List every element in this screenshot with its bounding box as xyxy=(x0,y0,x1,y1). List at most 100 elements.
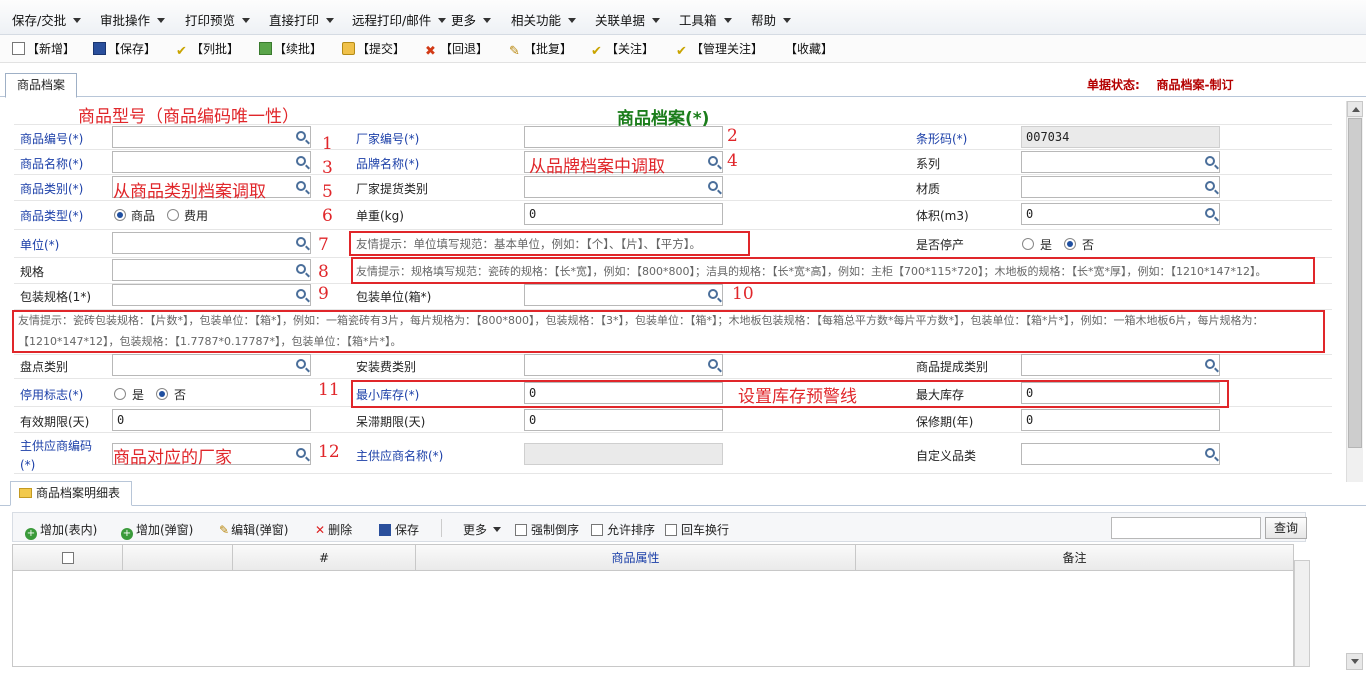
volume-input[interactable]: 0 xyxy=(1021,203,1220,225)
edit-popup-button[interactable]: ✎ 编辑(弹窗) xyxy=(219,521,288,538)
barcode-input[interactable]: 007034 xyxy=(1021,126,1220,148)
add-inline-button[interactable]: + 增加(表内) xyxy=(25,521,97,540)
scroll-down-button[interactable] xyxy=(1346,653,1363,670)
toolbar-divider xyxy=(441,519,442,537)
attribute-column[interactable]: 商品属性 xyxy=(416,545,856,571)
disabled-yes-label: 是 xyxy=(132,388,145,402)
weight-input[interactable]: 0 xyxy=(524,203,723,225)
grid-scrollbar[interactable] xyxy=(1294,560,1310,667)
tab-product-archive[interactable]: 商品档案 xyxy=(5,73,77,98)
new-button[interactable]: 【新增】 xyxy=(12,40,75,57)
type-goods-radio[interactable] xyxy=(114,209,126,221)
search-icon[interactable] xyxy=(708,359,718,369)
favorite-button[interactable]: 【收藏】 xyxy=(785,40,833,57)
pack-hint: 友情提示：瓷砖包装规格：【片数*】，包装单位：【箱*】，例如：一箱瓷砖有3片，每… xyxy=(18,314,1264,348)
disabled-yes-radio[interactable] xyxy=(114,388,126,400)
custom-category-input[interactable] xyxy=(1021,443,1220,465)
force-reverse-checkbox[interactable]: 强制倒序 xyxy=(515,521,579,538)
product-name-input[interactable] xyxy=(112,151,311,173)
search-icon[interactable] xyxy=(1205,448,1215,458)
menu-more[interactable]: 更多 xyxy=(451,10,492,29)
search-icon[interactable] xyxy=(1205,156,1215,166)
allow-sort-checkbox[interactable]: 允许排序 xyxy=(591,521,655,538)
menu-direct-print[interactable]: 直接打印 xyxy=(269,10,335,29)
factory-category-input[interactable] xyxy=(524,176,723,198)
menu-print-preview[interactable]: 打印预览 xyxy=(185,10,251,29)
search-icon[interactable] xyxy=(1205,359,1215,369)
query-button[interactable]: 查询 xyxy=(1265,517,1307,539)
commission-category-input[interactable] xyxy=(1021,354,1220,376)
reply-button[interactable]: ✎ 【批复】 xyxy=(509,40,572,58)
discontinued-no-radio[interactable] xyxy=(1064,238,1076,250)
tab-detail-table[interactable]: 商品档案明细表 xyxy=(10,481,132,506)
menu-remote-print[interactable]: 远程打印/邮件 xyxy=(352,10,447,29)
add-popup-button[interactable]: + 增加(弹窗) xyxy=(121,521,193,540)
delete-button[interactable]: ✕ 删除 xyxy=(315,521,352,538)
type-fee-radio[interactable] xyxy=(167,209,179,221)
detail-more-button[interactable]: 更多 xyxy=(463,521,502,538)
product-name-label: 商品名称(*) xyxy=(20,157,84,171)
unit-input[interactable] xyxy=(112,232,311,254)
pack-spec-input[interactable] xyxy=(112,284,311,306)
search-icon[interactable] xyxy=(1205,208,1215,218)
search-icon[interactable] xyxy=(296,131,306,141)
search-icon[interactable] xyxy=(1205,181,1215,191)
search-icon[interactable] xyxy=(296,181,306,191)
continue-approve-button[interactable]: 【续批】 xyxy=(259,40,322,57)
pencil-icon: ✎ xyxy=(219,523,230,537)
scroll-thumb[interactable] xyxy=(1348,118,1362,448)
search-icon[interactable] xyxy=(296,237,306,247)
save-button[interactable]: 【保存】 xyxy=(93,40,156,57)
menu-related[interactable]: 相关功能 xyxy=(511,10,577,29)
search-icon[interactable] xyxy=(296,264,306,274)
annotation-category: 从商品类别档案调取 xyxy=(113,182,266,202)
discontinued-yes-radio[interactable] xyxy=(1022,238,1034,250)
slow-period-label: 呆滞期限(天) xyxy=(356,415,426,429)
enter-newline-checkbox[interactable]: 回车换行 xyxy=(665,521,729,538)
scroll-up-button[interactable] xyxy=(1347,101,1363,117)
supplier-name-input[interactable] xyxy=(524,443,723,465)
menu-help[interactable]: 帮助 xyxy=(751,10,792,29)
form-scrollbar[interactable] xyxy=(1346,101,1363,482)
list-approve-button[interactable]: ✔ 【列批】 xyxy=(176,40,239,58)
series-input[interactable] xyxy=(1021,151,1220,173)
follow-button[interactable]: ✔ 【关注】 xyxy=(591,40,654,58)
select-all-checkbox[interactable] xyxy=(61,552,74,564)
submit-button[interactable]: 【提交】 xyxy=(342,40,405,57)
slow-period-input[interactable]: 0 xyxy=(524,409,723,431)
pack-unit-input[interactable] xyxy=(524,284,723,306)
folder-icon xyxy=(19,488,32,498)
manage-follow-button[interactable]: ✔ 【管理关注】 xyxy=(676,40,763,58)
supplier-code-label: 主供应商编码 xyxy=(20,439,93,453)
search-icon[interactable] xyxy=(708,289,718,299)
min-stock-input[interactable]: 0 xyxy=(524,382,723,404)
product-code-input[interactable] xyxy=(112,126,311,148)
menu-linked-docs[interactable]: 关联单据 xyxy=(595,10,661,29)
search-icon[interactable] xyxy=(708,181,718,191)
detail-search-input[interactable] xyxy=(1111,517,1261,539)
factory-code-input[interactable] xyxy=(524,126,723,148)
material-input[interactable] xyxy=(1021,176,1220,198)
annotation-stock-warning: 设置库存预警线 xyxy=(738,387,857,407)
install-category-input[interactable] xyxy=(524,354,723,376)
plus-circle-icon: + xyxy=(25,528,37,540)
rollback-button[interactable]: ✖ 【回退】 xyxy=(425,40,488,58)
menu-toolbox[interactable]: 工具箱 xyxy=(679,10,732,29)
marker-9: 9 xyxy=(318,284,329,304)
search-icon[interactable] xyxy=(708,156,718,166)
menu-save-submit[interactable]: 保存/交批 xyxy=(12,10,82,29)
valid-period-input[interactable]: 0 xyxy=(112,409,311,431)
detail-save-button[interactable]: 保存 xyxy=(379,521,419,538)
spec-input[interactable] xyxy=(112,259,311,281)
type-goods-label: 商品 xyxy=(131,209,156,223)
menu-approval[interactable]: 审批操作 xyxy=(100,10,166,29)
max-stock-input[interactable]: 0 xyxy=(1021,382,1220,404)
search-icon[interactable] xyxy=(296,448,306,458)
inventory-category-input[interactable] xyxy=(112,354,311,376)
search-icon[interactable] xyxy=(296,359,306,369)
plus-circle-icon: + xyxy=(121,528,133,540)
warranty-input[interactable]: 0 xyxy=(1021,409,1220,431)
disabled-no-radio[interactable] xyxy=(156,388,168,400)
search-icon[interactable] xyxy=(296,289,306,299)
search-icon[interactable] xyxy=(296,156,306,166)
